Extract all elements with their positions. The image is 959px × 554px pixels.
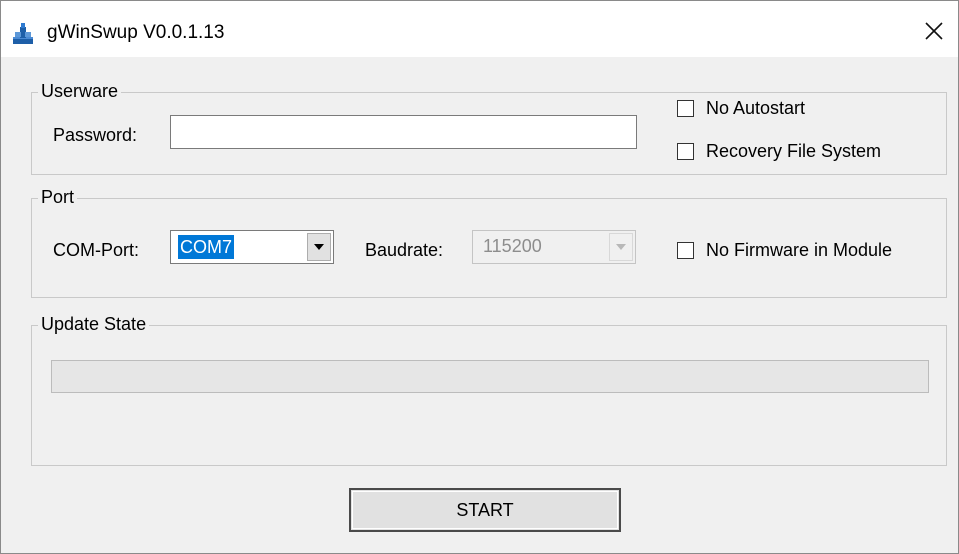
no-autostart-box[interactable] bbox=[677, 100, 694, 117]
port-legend: Port bbox=[38, 187, 78, 208]
no-autostart-label: No Autostart bbox=[706, 98, 806, 118]
no-firmware-label: No Firmware in Module bbox=[706, 240, 893, 260]
update-state-legend: Update State bbox=[38, 314, 150, 335]
close-x-icon bbox=[925, 22, 943, 40]
recovery-file-system-box[interactable] bbox=[677, 143, 694, 160]
baudrate-label: Baudrate: bbox=[365, 240, 444, 260]
baudrate-dropdown-button bbox=[609, 233, 633, 261]
close-button[interactable] bbox=[911, 11, 957, 51]
start-button-label: START bbox=[456, 499, 514, 520]
baudrate-select: 115200 bbox=[472, 230, 636, 264]
no-firmware-checkbox[interactable]: No Firmware in Module bbox=[677, 240, 892, 261]
main-window: gWinSwup V0.0.1.13 Userware Password: No… bbox=[0, 0, 959, 554]
com-port-select[interactable]: COM7 bbox=[170, 230, 334, 264]
recovery-file-system-checkbox[interactable]: Recovery File System bbox=[677, 141, 881, 162]
com-port-label: COM-Port: bbox=[53, 240, 140, 260]
com-port-dropdown-button[interactable] bbox=[307, 233, 331, 261]
update-state-group: Update State bbox=[31, 314, 947, 466]
window-title: gWinSwup V0.0.1.13 bbox=[47, 22, 225, 43]
password-label: Password: bbox=[53, 125, 138, 145]
start-button[interactable]: START bbox=[349, 488, 621, 532]
recovery-file-system-label: Recovery File System bbox=[706, 141, 882, 161]
password-field[interactable] bbox=[170, 115, 637, 149]
com-port-value: COM7 bbox=[178, 235, 235, 259]
title-bar[interactable]: gWinSwup V0.0.1.13 bbox=[1, 1, 958, 57]
userware-legend: Userware bbox=[38, 81, 122, 102]
gripper-arm-icon bbox=[11, 23, 35, 45]
chevron-down-icon bbox=[314, 244, 324, 250]
baudrate-value: 115200 bbox=[483, 236, 542, 256]
chevron-down-icon bbox=[616, 244, 626, 250]
no-autostart-checkbox[interactable]: No Autostart bbox=[677, 98, 805, 119]
no-firmware-box[interactable] bbox=[677, 242, 694, 259]
update-progress-bar bbox=[51, 360, 929, 393]
